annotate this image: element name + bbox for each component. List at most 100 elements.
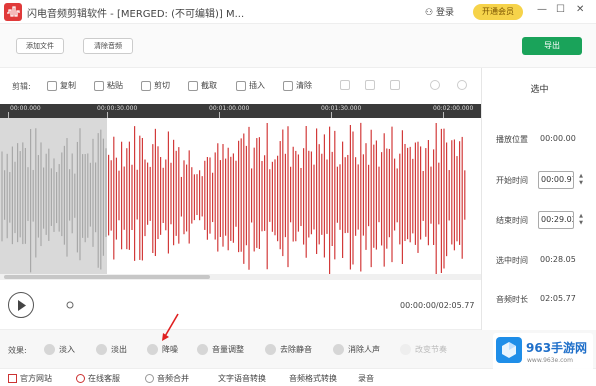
- audio-duration-label: 音频时长: [496, 295, 528, 304]
- selection-panel: 选中 播放位置 00:00.00 开始时间 00:00.97 ▲ ▼ 结束时间 0…: [481, 68, 596, 330]
- scrollbar-thumb[interactable]: [4, 275, 210, 279]
- edit-toolbar: 剪辑: 复制 粘贴 剪切 截取 插入 清除: [0, 68, 481, 104]
- insert-button[interactable]: 插入: [236, 80, 265, 94]
- remove-silence-button[interactable]: 去除静音: [265, 344, 312, 355]
- end-time-input[interactable]: 00:29.02: [538, 211, 574, 229]
- change-tempo-button[interactable]: 改变节奏: [400, 344, 447, 355]
- cut-button[interactable]: 剪切: [141, 80, 170, 94]
- add-file-button[interactable]: 添加文件: [16, 38, 64, 54]
- denoise-button[interactable]: 降噪: [147, 344, 178, 355]
- title-bar: 闪电音频剪辑软件 - [MERGED: (不可编辑)] M... ⚇ 登录 开通…: [0, 0, 596, 24]
- crop-button[interactable]: 截取: [188, 80, 217, 94]
- official-site-label: 官方网站: [20, 374, 52, 383]
- delete-icon: [390, 80, 400, 90]
- website-icon: [8, 374, 17, 383]
- remove-vocals-label: 消除人声: [348, 345, 380, 354]
- paste-button[interactable]: 粘贴: [94, 80, 123, 94]
- copy-label: 复制: [60, 81, 76, 90]
- silence-icon: [265, 344, 276, 355]
- zoom-in-button[interactable]: [430, 80, 443, 94]
- paste-icon: [94, 80, 104, 91]
- edit-toolbar-label: 剪辑:: [12, 82, 31, 91]
- undo-button[interactable]: [340, 80, 353, 94]
- ruler-label: 00:02:00.000: [433, 105, 474, 112]
- zoom-out-button[interactable]: [457, 80, 470, 94]
- online-service-link[interactable]: 在线客服: [76, 373, 120, 384]
- tempo-icon: [400, 344, 411, 355]
- watermark-url: www.963e.com: [527, 357, 573, 364]
- close-icon[interactable]: ✕: [576, 4, 584, 15]
- seek-handle[interactable]: [66, 301, 76, 311]
- format-convert-link[interactable]: 音频格式转换: [289, 373, 337, 384]
- effects-label: 效果:: [8, 346, 27, 355]
- selected-duration-label: 选中时间: [496, 256, 528, 265]
- format-convert-label: 音频格式转换: [289, 374, 337, 383]
- timeline-ruler[interactable]: 00:00.000 00:00:30.000 00:01:00.000 00:0…: [0, 104, 481, 118]
- volume-adjust-label: 音量调整: [212, 345, 244, 354]
- export-button[interactable]: 导出: [522, 37, 582, 55]
- denoise-label: 降噪: [162, 345, 178, 354]
- playback-time: 00:00:00/02:05.77: [400, 301, 475, 310]
- copy-button[interactable]: 复制: [47, 80, 76, 94]
- play-icon: [18, 300, 26, 311]
- undo-icon: [340, 80, 350, 90]
- text-to-speech-link[interactable]: 文字语音转换: [218, 373, 266, 384]
- volume-adjust-button[interactable]: 音量调整: [197, 344, 244, 355]
- play-position-label: 播放位置: [496, 135, 528, 144]
- online-service-label: 在线客服: [88, 374, 120, 383]
- vip-button[interactable]: 开通会员: [473, 4, 523, 20]
- audio-merge-link[interactable]: 音频合并: [145, 373, 189, 384]
- play-position-value: 00:00.00: [540, 134, 576, 143]
- support-icon: [76, 374, 85, 383]
- fade-out-icon: [96, 344, 107, 355]
- app-window: 闪电音频剪辑软件 - [MERGED: (不可编辑)] M... ⚇ 登录 开通…: [0, 0, 596, 386]
- watermark-logo-icon: [496, 337, 522, 363]
- cut-label: 剪切: [154, 81, 170, 90]
- insert-label: 插入: [249, 81, 265, 90]
- denoise-icon: [147, 344, 158, 355]
- end-time-stepper[interactable]: ▲ ▼: [578, 213, 584, 227]
- delete-button[interactable]: [390, 80, 403, 94]
- login-link[interactable]: ⚇ 登录: [425, 5, 454, 18]
- paste-label: 粘贴: [107, 81, 123, 90]
- start-time-stepper[interactable]: ▲ ▼: [578, 173, 584, 187]
- selected-duration-value: 00:28.05: [540, 255, 576, 264]
- play-button[interactable]: [8, 292, 34, 318]
- window-title: 闪电音频剪辑软件 - [MERGED: (不可编辑)] M...: [27, 9, 245, 20]
- maximize-icon[interactable]: ☐: [556, 4, 565, 15]
- minimize-icon[interactable]: —: [537, 4, 547, 15]
- clear-audio-button[interactable]: 清除音频: [83, 38, 133, 54]
- change-tempo-label: 改变节奏: [415, 345, 447, 354]
- zoom-out-icon: [457, 80, 467, 90]
- crop-icon: [188, 80, 198, 91]
- waveform-area[interactable]: [0, 118, 481, 274]
- fade-in-label: 淡入: [59, 345, 75, 354]
- zoom-in-icon: [430, 80, 440, 90]
- official-site-link[interactable]: 官方网站: [8, 373, 52, 384]
- audio-duration-value: 02:05.77: [540, 294, 576, 303]
- record-link[interactable]: 录音: [358, 373, 374, 384]
- start-time-label: 开始时间: [496, 176, 528, 185]
- fade-out-label: 淡出: [111, 345, 127, 354]
- ruler-label: 00:00.000: [10, 105, 41, 112]
- fade-out-button[interactable]: 淡出: [96, 344, 127, 355]
- waveform: [1, 122, 466, 274]
- ruler-label: 00:01:30.000: [321, 105, 362, 112]
- copy-icon: [47, 80, 57, 91]
- remove-vocals-button[interactable]: 消除人声: [333, 344, 380, 355]
- vocals-icon: [333, 344, 344, 355]
- crop-label: 截取: [201, 81, 217, 90]
- app-logo-icon: [4, 3, 22, 21]
- watermark: 963手游网 www.963e.com: [493, 333, 593, 377]
- ruler-label: 00:00:30.000: [97, 105, 138, 112]
- start-time-input[interactable]: 00:00.97: [538, 171, 574, 189]
- fade-in-icon: [44, 344, 55, 355]
- redo-button[interactable]: [365, 80, 378, 94]
- clear-button[interactable]: 清除: [283, 80, 312, 94]
- ruler-label: 00:01:00.000: [209, 105, 250, 112]
- fade-in-button[interactable]: 淡入: [44, 344, 75, 355]
- audio-merge-label: 音频合并: [157, 374, 189, 383]
- redo-icon: [365, 80, 375, 90]
- remove-silence-label: 去除静音: [280, 345, 312, 354]
- user-icon: ⚇: [425, 8, 434, 18]
